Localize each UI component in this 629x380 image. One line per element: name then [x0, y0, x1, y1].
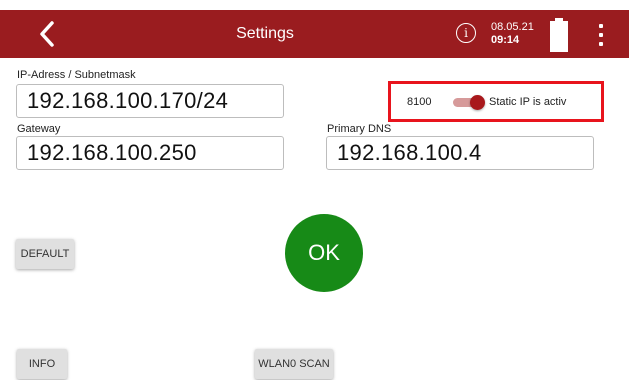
gateway-field[interactable]: 192.168.100.250 — [16, 136, 284, 170]
gateway-label: Gateway — [17, 123, 61, 135]
page-title: Settings — [236, 25, 294, 42]
time-text: 09:14 — [491, 34, 520, 46]
dns-label: Primary DNS — [327, 123, 392, 135]
info-button[interactable]: INFO — [17, 349, 67, 379]
static-ip-toggle[interactable] — [453, 94, 485, 110]
datetime: 08.05.21 09:14 — [491, 21, 534, 47]
date-text: 08.05.21 — [491, 21, 534, 33]
port-text: 8100 — [407, 96, 432, 108]
static-ip-label: Static IP is activ — [489, 96, 567, 108]
info-icon[interactable]: i — [456, 23, 476, 43]
info-glyph: i — [464, 26, 468, 40]
ip-label: IP-Adress / Subnetmask — [17, 69, 136, 81]
ip-address-field[interactable]: 192.168.100.170/24 — [16, 84, 284, 118]
primary-dns-field[interactable]: 192.168.100.4 — [326, 136, 594, 170]
more-vert-icon[interactable] — [596, 24, 606, 46]
battery-icon — [550, 18, 568, 52]
wlan-scan-button[interactable]: WLAN0 SCAN — [255, 349, 333, 379]
ok-button[interactable]: OK — [285, 214, 363, 292]
static-ip-panel: 8100 Static IP is activ — [388, 81, 604, 122]
default-button[interactable]: DEFAULT — [16, 239, 74, 269]
top-app-bar: Settings i 08.05.21 09:14 — [0, 10, 629, 58]
